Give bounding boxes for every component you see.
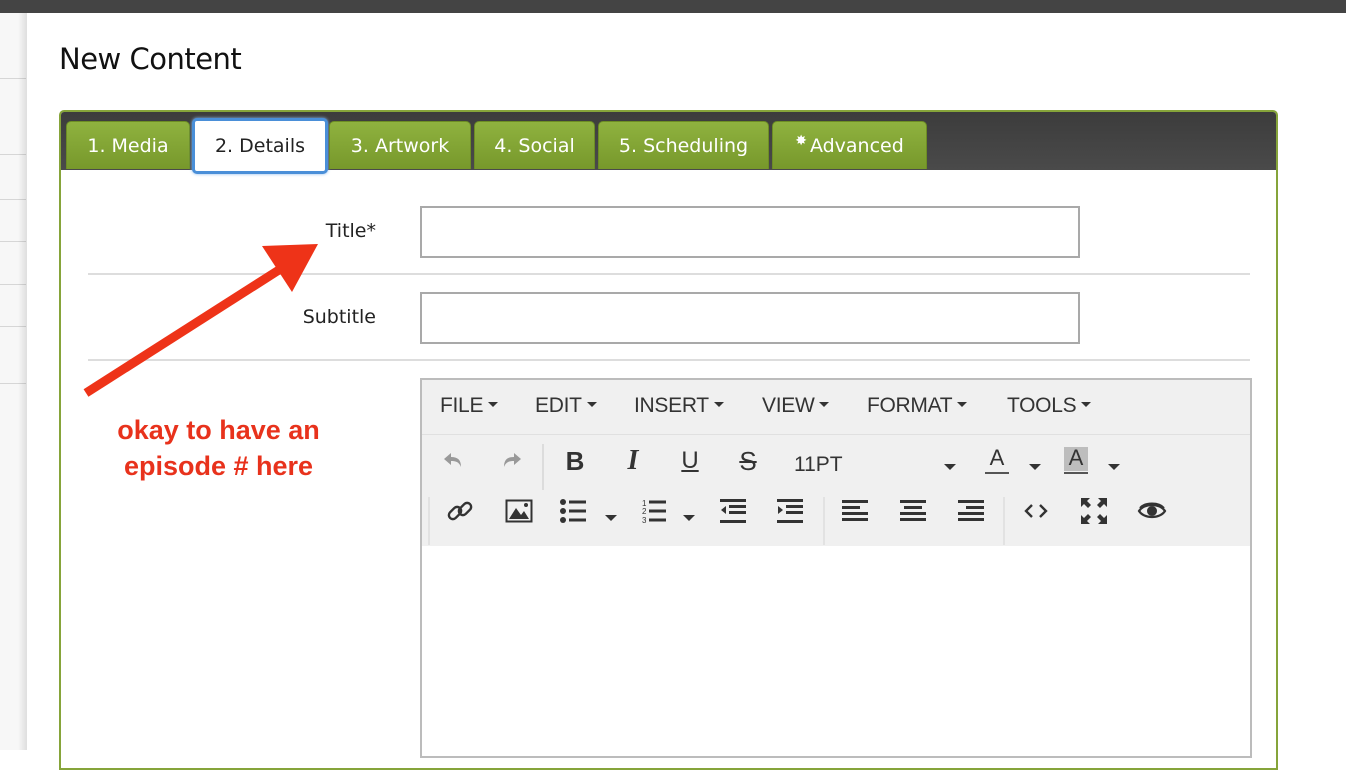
modal-shadow	[18, 13, 27, 750]
underline-icon[interactable]: U	[673, 444, 707, 478]
undo-icon[interactable]	[437, 444, 471, 478]
tab-advanced[interactable]: ✸ Advanced	[772, 121, 927, 169]
row-divider	[88, 273, 1250, 275]
redo-icon[interactable]	[494, 444, 528, 478]
rich-text-editor: FILE EDIT INSERT VIEW FORMAT TOOLS B I U…	[420, 378, 1252, 758]
editor-toolbar: B I U S 11PT A A 123	[422, 435, 1250, 546]
bullet-list-caret-icon[interactable]	[605, 515, 617, 521]
caret-down-icon	[819, 401, 830, 407]
bullet-list-icon[interactable]	[556, 494, 590, 528]
strikethrough-icon[interactable]: S	[731, 444, 765, 478]
menu-file[interactable]: FILE	[440, 394, 499, 418]
toolbar-separator	[823, 497, 825, 545]
menu-label: INSERT	[634, 394, 709, 417]
svg-text:3: 3	[642, 516, 647, 524]
menu-label: VIEW	[762, 394, 815, 417]
menu-view[interactable]: VIEW	[762, 394, 830, 418]
menu-tools[interactable]: TOOLS	[1007, 394, 1092, 418]
annotation-line: episode # here	[123, 451, 314, 481]
tab-label: 1. Media	[87, 134, 169, 157]
menu-insert[interactable]: INSERT	[634, 394, 724, 418]
row-divider	[88, 359, 1250, 361]
font-size-select[interactable]: 11PT	[794, 453, 964, 477]
tab-media[interactable]: 1. Media	[66, 121, 190, 169]
tab-label: 2. Details	[214, 135, 306, 157]
caret-down-icon	[957, 401, 968, 407]
preview-icon[interactable]	[1135, 494, 1169, 528]
align-right-icon[interactable]	[954, 494, 988, 528]
tab-scheduling[interactable]: 5. Scheduling	[598, 121, 769, 169]
font-size-caret-icon[interactable]	[944, 464, 956, 470]
subtitle-input[interactable]	[420, 292, 1080, 344]
caret-down-icon	[488, 401, 499, 407]
outdent-icon[interactable]	[716, 494, 750, 528]
indent-icon[interactable]	[773, 494, 807, 528]
text-color-icon[interactable]: A	[980, 444, 1014, 478]
page-title: New Content	[59, 42, 242, 76]
menu-label: EDIT	[535, 394, 582, 417]
subtitle-label: Subtitle	[302, 306, 376, 328]
source-code-icon[interactable]	[1019, 494, 1053, 528]
font-size-value: 11PT	[794, 453, 843, 476]
svg-text:2: 2	[642, 507, 647, 516]
bold-icon[interactable]: B	[558, 444, 592, 478]
align-left-icon[interactable]	[838, 494, 872, 528]
svg-text:A: A	[1069, 445, 1084, 470]
text-color-caret-icon[interactable]	[1029, 464, 1041, 470]
caret-down-icon	[1081, 401, 1092, 407]
title-label: Title*	[325, 220, 376, 242]
annotation-text: okay to have an episode # here	[86, 412, 351, 484]
caret-down-icon	[586, 401, 597, 407]
italic-icon[interactable]: I	[616, 444, 650, 478]
tab-details[interactable]: 2. Details	[192, 118, 328, 174]
annotation-line: okay to have an	[117, 415, 320, 445]
tab-label: 5. Scheduling	[618, 134, 749, 157]
toolbar-separator	[428, 497, 430, 545]
numbered-list-caret-icon[interactable]	[683, 515, 695, 521]
editor-menubar: FILE EDIT INSERT VIEW FORMAT TOOLS	[422, 380, 1250, 435]
background-color-caret-icon[interactable]	[1108, 464, 1120, 470]
menu-label: FILE	[440, 394, 484, 417]
tab-label: Advanced	[809, 134, 904, 157]
align-center-icon[interactable]	[896, 494, 930, 528]
numbered-list-icon[interactable]: 123	[636, 494, 670, 528]
background-color-icon[interactable]: A	[1059, 444, 1093, 478]
caret-down-icon	[713, 401, 724, 407]
tab-label: 4. Social	[494, 134, 575, 157]
image-icon[interactable]	[502, 494, 536, 528]
svg-text:A: A	[990, 445, 1005, 470]
tab-artwork[interactable]: 3. Artwork	[329, 121, 471, 169]
fullscreen-icon[interactable]	[1077, 494, 1111, 528]
tab-bar: 1. Media 2. Details 3. Artwork 4. Social…	[61, 112, 1276, 174]
top-bar	[0, 0, 1346, 13]
menu-edit[interactable]: EDIT	[535, 394, 597, 418]
tab-social[interactable]: 4. Social	[474, 121, 595, 169]
gear-icon: ✸	[795, 132, 807, 149]
link-icon[interactable]	[443, 494, 477, 528]
menu-label: TOOLS	[1007, 394, 1077, 417]
title-input[interactable]	[420, 206, 1080, 258]
menu-format[interactable]: FORMAT	[867, 394, 968, 418]
toolbar-separator	[542, 444, 544, 490]
editor-content-area[interactable]	[422, 546, 1250, 756]
toolbar-separator	[1003, 497, 1005, 545]
menu-label: FORMAT	[867, 394, 953, 417]
tab-label: 3. Artwork	[350, 134, 450, 157]
